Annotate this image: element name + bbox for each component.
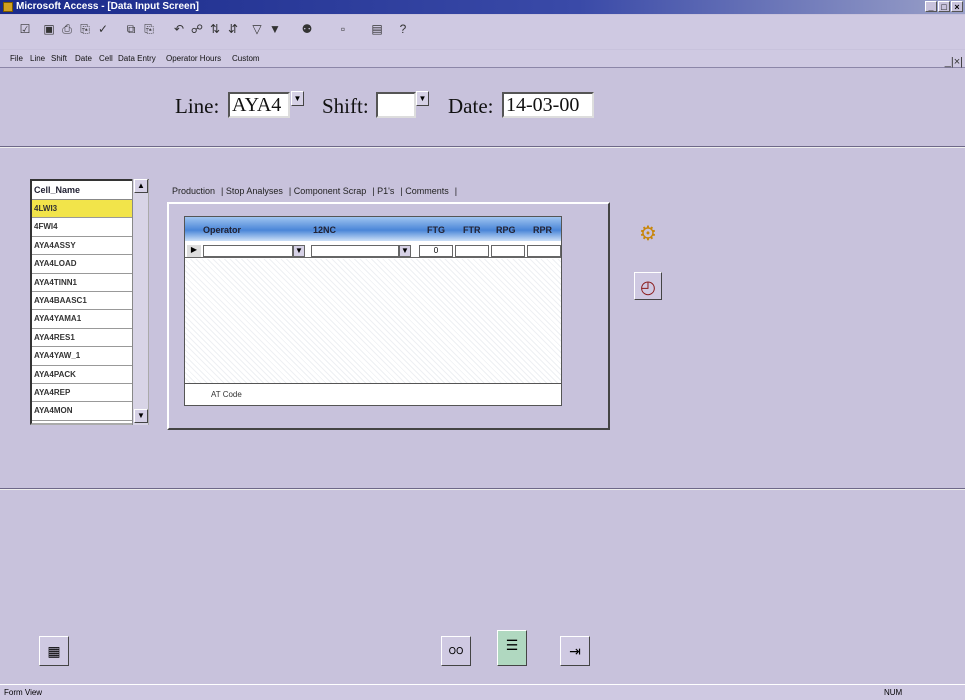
- list-item[interactable]: AYA4BAASC1: [32, 292, 147, 311]
- window-title: Microsoft Access - [Data Input Screen]: [16, 1, 200, 12]
- scroll-up-arrow-icon[interactable]: ▲: [134, 179, 148, 193]
- list-item[interactable]: AYA4ASSY: [32, 237, 147, 256]
- ftg-field[interactable]: 0: [419, 245, 453, 257]
- production-subform: Operator 12NC FTG FTR RPG RPR ▶ ▼ ▼ 0 AT…: [184, 216, 562, 406]
- paste-icon[interactable]: ⎘: [142, 21, 156, 37]
- tab-production[interactable]: Production: [172, 186, 215, 196]
- operator-field[interactable]: [203, 245, 293, 257]
- print-preview-icon[interactable]: ⎘: [78, 21, 92, 37]
- menu-custom[interactable]: Custom: [232, 50, 260, 68]
- subform-body: [185, 259, 561, 383]
- shift-dropdown-button[interactable]: ▼: [416, 91, 429, 106]
- 12nc-dropdown-button[interactable]: ▼: [399, 245, 411, 257]
- spelling-icon[interactable]: ✓: [96, 21, 110, 37]
- sort-ascending-icon[interactable]: ⇅: [208, 21, 222, 37]
- close-button[interactable]: ×: [951, 1, 963, 12]
- menu-file[interactable]: File: [10, 50, 23, 68]
- mdi-controls[interactable]: _|×|: [945, 53, 963, 71]
- clock-icon[interactable]: ◴: [634, 272, 662, 300]
- rpg-field[interactable]: [491, 245, 525, 257]
- status-text: Form View: [4, 688, 43, 697]
- save-icon[interactable]: ▣: [42, 21, 56, 37]
- cell-list-header: Cell_Name: [32, 181, 147, 200]
- tab-p1s[interactable]: P1's: [377, 186, 394, 196]
- list-item[interactable]: AYA4PACK: [32, 366, 147, 384]
- menu-shift[interactable]: Shift: [51, 50, 67, 68]
- header-divider: [0, 146, 965, 148]
- cell-list-scrollbar[interactable]: ▲ ▼: [132, 179, 148, 425]
- tab-strip: Production | Stop Analyses | Component Scr…: [172, 186, 458, 196]
- tab-comments[interactable]: Comments: [405, 186, 449, 196]
- line-combo[interactable]: AYA4: [228, 92, 290, 118]
- report-icon[interactable]: ⚙: [634, 220, 662, 248]
- subform-header: Operator 12NC FTG FTR RPG RPR: [185, 217, 561, 241]
- column-operator: Operator: [203, 225, 242, 235]
- num-lock-indicator: NUM: [884, 688, 903, 697]
- find-icon[interactable]: ⚉: [300, 21, 314, 37]
- column-rpr: RPR: [533, 225, 553, 235]
- record-selector-icon[interactable]: ▶: [187, 245, 201, 257]
- notebook-icon[interactable]: ☰: [497, 630, 527, 666]
- menu-line[interactable]: Line: [30, 50, 45, 68]
- copy-icon[interactable]: ⧉: [124, 21, 138, 37]
- menu-date[interactable]: Date: [75, 50, 92, 68]
- glasses-icon[interactable]: ౦౦: [441, 636, 471, 666]
- column-ftr: FTR: [463, 225, 481, 235]
- status-bar: Form View NUM: [0, 684, 965, 700]
- date-label: Date:: [448, 94, 494, 118]
- window-title-bar: Microsoft Access - [Data Input Screen] _…: [0, 0, 965, 14]
- 12nc-field[interactable]: [311, 245, 399, 257]
- menu-data-entry[interactable]: Data Entry: [118, 50, 156, 68]
- toolbar: ☑ ▣ ⎙ ⎘ ✓ ⧉ ⎘ ↶ ☍ ⇅ ⇵ ▽ ▼ ⚉ ▫ ▤ ?: [0, 15, 965, 49]
- sort-descending-icon[interactable]: ⇵: [226, 21, 240, 37]
- filter-form-icon[interactable]: ▼: [268, 21, 282, 37]
- list-item[interactable]: AYA4LOAD: [32, 255, 147, 274]
- tab-component-scrap[interactable]: Component Scrap: [294, 186, 367, 196]
- column-12nc: 12NC: [313, 225, 337, 235]
- list-item[interactable]: 4LWI3: [32, 200, 147, 219]
- ftr-field[interactable]: [455, 245, 489, 257]
- database-window-icon[interactable]: ▤: [370, 21, 384, 37]
- exit-door-icon[interactable]: ⇥: [560, 636, 590, 666]
- help-icon[interactable]: ?: [396, 21, 410, 37]
- list-item[interactable]: AYA4TINN1: [32, 274, 147, 292]
- menu-bar: File Line Shift Date Cell Data Entry Ope…: [0, 50, 965, 68]
- rpr-field[interactable]: [527, 245, 561, 257]
- scroll-down-arrow-icon[interactable]: ▼: [134, 409, 148, 423]
- list-item[interactable]: AYA4YAMA1: [32, 310, 147, 329]
- list-item[interactable]: 4FWI4: [32, 218, 147, 237]
- menu-operator-hours[interactable]: Operator Hours: [166, 50, 221, 68]
- new-record-icon[interactable]: ▫: [336, 21, 350, 37]
- shift-label: Shift:: [322, 94, 369, 118]
- window-controls: _ □ ×: [925, 1, 963, 12]
- hyperlink-icon[interactable]: ☍: [190, 21, 204, 37]
- restore-button[interactable]: □: [938, 1, 950, 12]
- calendar-icon[interactable]: ▦: [39, 636, 69, 666]
- shift-combo[interactable]: [376, 92, 416, 118]
- at-code-label: AT Code: [185, 383, 561, 405]
- minimize-button[interactable]: _: [925, 1, 937, 12]
- undo-icon[interactable]: ↶: [172, 21, 186, 37]
- list-item[interactable]: AYA4RES1: [32, 329, 147, 348]
- filter-icon[interactable]: ▽: [250, 21, 264, 37]
- list-item[interactable]: AYA4YAW_1: [32, 347, 147, 366]
- tab-stop-analyses[interactable]: Stop Analyses: [226, 186, 283, 196]
- view-icon[interactable]: ☑: [18, 21, 32, 37]
- operator-dropdown-button[interactable]: ▼: [293, 245, 305, 257]
- column-ftg: FTG: [427, 225, 445, 235]
- column-rpg: RPG: [496, 225, 516, 235]
- menu-cell[interactable]: Cell: [99, 50, 113, 68]
- line-dropdown-button[interactable]: ▼: [291, 91, 304, 106]
- line-label: Line:: [175, 94, 220, 118]
- detail-divider: [0, 488, 965, 490]
- date-field[interactable]: 14-03-00: [502, 92, 594, 118]
- access-app-icon: [3, 2, 13, 12]
- print-icon[interactable]: ⎙: [60, 21, 74, 37]
- table-row: ▶ ▼ ▼ 0: [185, 244, 561, 258]
- list-item[interactable]: AYA4REP: [32, 384, 147, 403]
- list-item[interactable]: AYA4MON: [32, 402, 147, 421]
